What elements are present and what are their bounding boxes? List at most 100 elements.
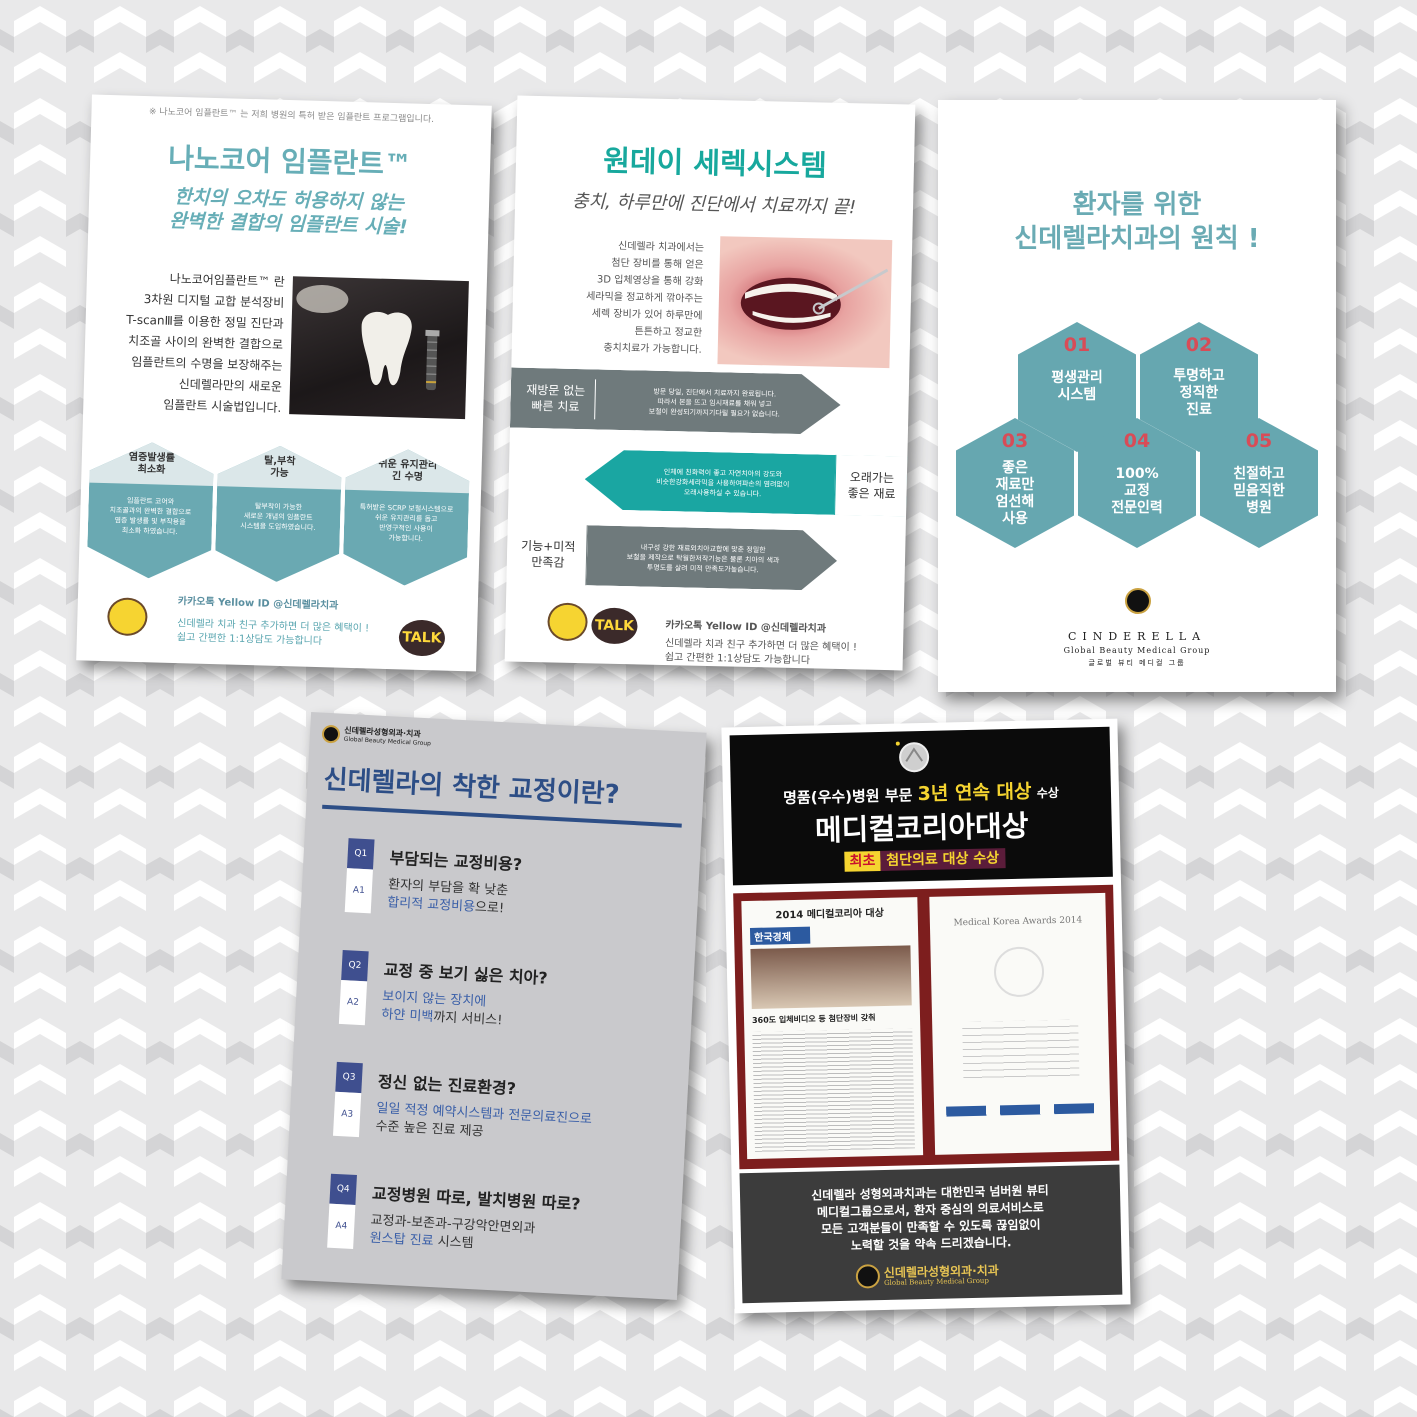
feature-body: 탈부착이 가능한 새로운 개념의 임플란트 시스템을 도입하였습니다.: [216, 500, 341, 533]
feature-hex-removable: 탈,부착 가능 탈부착이 가능한 새로운 개념의 임플란트 시스템을 도입하였습…: [214, 444, 342, 583]
principle-number: 01: [1063, 334, 1091, 356]
principle-line: 진료: [1186, 402, 1212, 418]
newspaper-clipping: 2014 메디컬코리아 대상 한국경제 360도 입체비디오 등 첨단장비 갖춰: [741, 897, 924, 1160]
answer-text: 교정과-보존과-구강악안면외과 원스탑 진료 시스템: [369, 1212, 536, 1257]
tooth-implant-photo: [289, 276, 469, 420]
band-label: 재방문 없는 빠른 치료: [520, 382, 591, 416]
implant-title: 나노코어 임플란트™: [167, 141, 413, 182]
description-line: 임플란트 시술법입니다.: [163, 397, 282, 415]
award-line1-highlight: 3년 연속 대상: [917, 780, 1032, 806]
clipping-photo: [750, 945, 912, 1009]
principle-text: 친절하고 믿음직한 병원: [1200, 466, 1318, 517]
feature-label: 쉬운 유지관리 긴 수명: [345, 458, 470, 485]
principle-line: 시스템: [1057, 387, 1097, 403]
principle-line: 교정: [1124, 483, 1150, 499]
answer-highlight: 합리적 교정비용: [386, 895, 476, 915]
principle-text: 평생관리 시스템: [1018, 370, 1136, 404]
certificate-body-text: [962, 1019, 1080, 1083]
band-label-line: 좋은 재료: [847, 486, 896, 502]
award-footer: 신데렐라 성형외과치과는 대한민국 넘버원 뷰티 메디컬그룹으로서, 환자 중심…: [739, 1164, 1123, 1304]
answer-rest: 까지 서비스!: [432, 1009, 503, 1029]
q-tag: Q2: [341, 950, 369, 982]
a-tag: A3: [332, 1091, 362, 1138]
kakao-consult: 쉽고 간편한 1:1상담도 가능합니다: [176, 632, 323, 648]
certificate-seal-icon: [993, 946, 1045, 998]
newspaper-name: 한국경제: [749, 926, 811, 945]
brand-korean: 글로벌 뷰티 메디컬 그룹: [1088, 659, 1186, 667]
title-line: 환자를 위한: [1072, 190, 1202, 220]
award-certificate: Medical Korea Awards 2014: [929, 892, 1112, 1155]
a-tag: A2: [338, 979, 368, 1026]
band-label-line: 오래가는: [849, 470, 895, 486]
band-label-line: 빠른 치료: [531, 398, 580, 415]
description-line: 충치치료가 가능합니다.: [603, 342, 702, 356]
principle-line: 친절하고: [1233, 466, 1285, 482]
band-label-line: 기능+미적: [520, 538, 576, 554]
kakao-id: 카카오톡 Yellow ID @신데렐라치과: [665, 620, 827, 635]
title-underline: [322, 804, 682, 828]
question-text: 부담되는 교정비용?: [389, 848, 523, 875]
badge-first: 최초: [844, 851, 881, 872]
badge-rest: 첨단의료 대상 수상: [880, 848, 1006, 871]
answer-highlight: 하얀 미백: [381, 1007, 434, 1025]
award-line1-post: 수상: [1036, 785, 1060, 801]
principle-line: 100%: [1115, 466, 1159, 482]
a-tag: A1: [344, 868, 373, 914]
brand-logo-icon: [321, 724, 341, 744]
answer-rest: 수준 높은 진료 제공: [375, 1118, 484, 1140]
title-line: 신데렐라치과의 원칙 !: [1014, 224, 1260, 254]
clipping-title: 2014 메디컬코리아 대상: [775, 907, 884, 922]
answer-rest: 으로!: [474, 899, 505, 917]
principles-poster: 환자를 위한 신데렐라치과의 원칙 ! 01 평생관리 시스템 02 투명하고 …: [938, 100, 1336, 692]
brand-logo-icon: [855, 1264, 881, 1289]
principle-text: 100% 교정 전문인력: [1078, 466, 1196, 517]
feature-label: 염증발생률 최소화: [89, 451, 214, 478]
answer-text: 보이지 않는 장치에 하얀 미백까지 서비스!: [381, 988, 504, 1030]
feature-body: 특허받은 SCRP 보철시스템으로 쉬운 유지관리를 돕고 반영구적인 사용이 …: [344, 502, 469, 545]
feature-hex-maintenance: 쉬운 유지관리 긴 수명 특허받은 SCRP 보철시스템으로 쉬운 유지관리를 …: [342, 448, 470, 587]
kakao-mascot-icon: [106, 597, 148, 637]
principle-line: 전문인력: [1111, 500, 1163, 516]
principles-title: 환자를 위한 신데렐라치과의 원칙 !: [938, 188, 1336, 256]
principle-number: 02: [1185, 334, 1213, 356]
brand-name: CINDERELLA: [1067, 630, 1207, 643]
kakao-talk-icon: TALK: [398, 619, 446, 657]
a-tag: A4: [327, 1203, 356, 1249]
award-certificate-frame: 2014 메디컬코리아 대상 한국경제 360도 입체비디오 등 첨단장비 갖춰…: [733, 884, 1120, 1170]
kakao-talk-icon: TALK: [591, 607, 638, 645]
certificate-sponsors: [946, 1103, 1099, 1117]
dental-exam-photo: [717, 236, 893, 369]
band-text: 인체에 친화력이 좋고 자연치아의 강도와 비슷한강화세라믹을 사용하여파손의 …: [612, 466, 833, 501]
award-medal-icon: [895, 741, 930, 773]
cerec-subtitle: 충치, 하루만에 진단에서 치료까지 끝!: [571, 190, 857, 219]
principle-line: 좋은: [1002, 460, 1028, 476]
principle-line: 병원: [1246, 500, 1272, 516]
cinderella-logo-icon: [1125, 588, 1151, 614]
answer-highlight: 원스탑 진료: [369, 1230, 434, 1250]
kakao-mascot-icon: [547, 602, 588, 642]
feature-label: 탈,부착 가능: [217, 454, 342, 481]
oneday-cerec-poster: 원데이 세렉시스템 충치, 하루만에 진단에서 치료까지 끝! 신데렐라 치과에…: [504, 95, 916, 671]
footer-brand-sub: Global Beauty Medical Group: [883, 1276, 989, 1288]
brand-header: 신데렐라성형외과·치과 Global Beauty Medical Group: [344, 726, 432, 749]
certificate-title: Medical Korea Awards 2014: [953, 915, 1083, 929]
implant-poster: ※ 나노코어 임플란트™ 는 저희 병원의 특허 받은 임플란트 프로그램입니다…: [76, 94, 492, 672]
feature-body: 임플란트 코어와 치조골과의 완벽한 결합으로 염증 발생률 및 부작용을 최소…: [88, 495, 213, 538]
question-text: 교정병원 따로, 발치병원 따로?: [371, 1183, 581, 1214]
award-header: 명품(우수)병원 부문 3년 연속 대상 수상 메디컬코리아대상 최초 첨단의료 …: [729, 726, 1113, 886]
principle-line: 재료만: [995, 477, 1035, 493]
principle-line: 믿음직한: [1233, 483, 1285, 499]
principle-line: 투명하고: [1173, 368, 1225, 384]
q-tag: Q1: [347, 838, 375, 870]
feature-body-line: 최소화 하였습니다.: [121, 526, 178, 537]
principle-text: 투명하고 정직한 진료: [1140, 368, 1258, 419]
award-title: 메디컬코리아대상: [814, 808, 1029, 848]
band-text: 내구성 강한 재료외치아교합에 맞춘 정밀한 보철을 제작으로 탁월한저작기능은…: [593, 541, 814, 576]
answer-text: 환자의 부담을 확 낮춘 합리적 교정비용으로!: [387, 876, 509, 918]
band-label: 오래가는 좋은 재료: [838, 469, 905, 502]
award-line1-pre: 명품(우수)병원 부문: [782, 786, 913, 808]
footer-message: 신데렐라 성형외과치과는 대한민국 넘버원 뷰티 메디컬그룹으로서, 환자 중심…: [740, 1181, 1121, 1258]
feature-body-line: 가능합니다.: [388, 533, 424, 543]
clipping-headline: 360도 입체비디오 등 첨단장비 갖춰: [751, 1013, 876, 1025]
principle-line: 사용: [1002, 511, 1028, 527]
